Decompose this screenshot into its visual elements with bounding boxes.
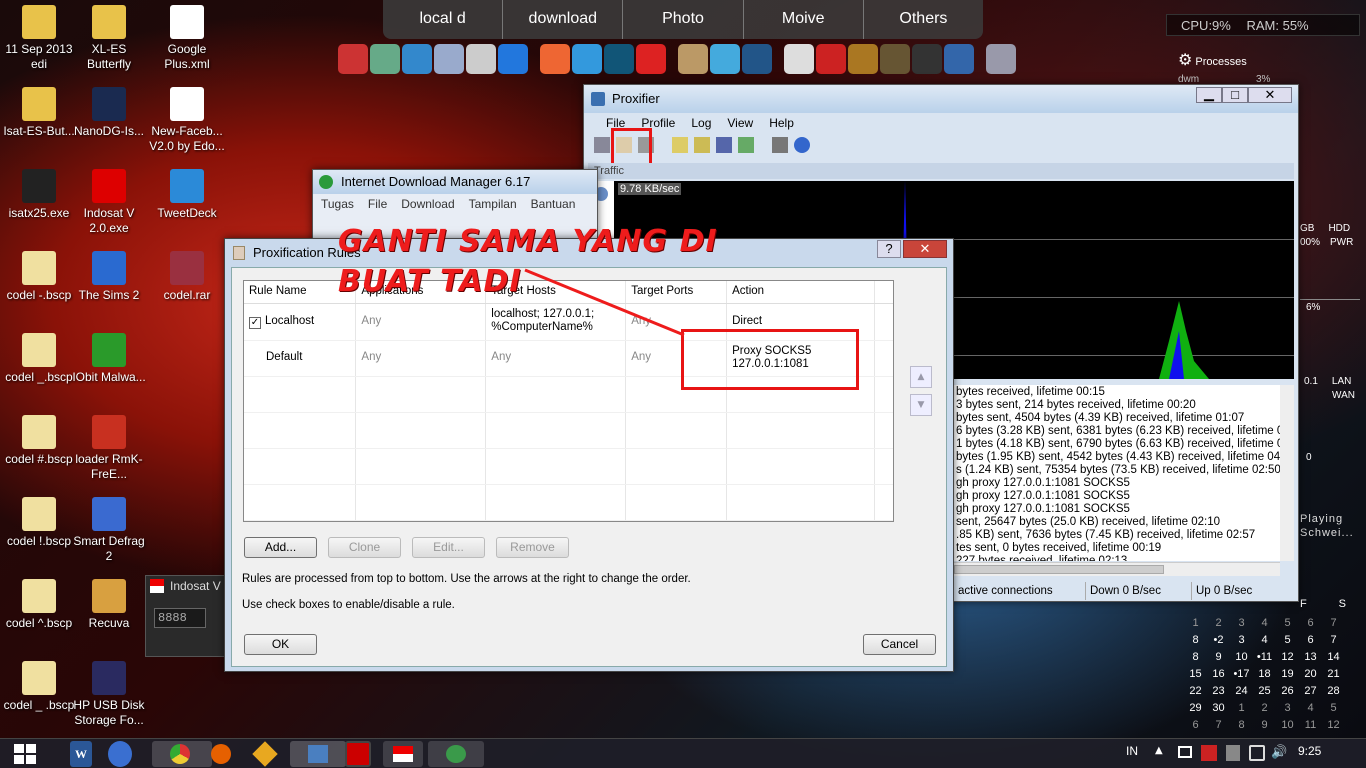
proxifier-icon (308, 745, 328, 763)
app-icon (252, 741, 278, 767)
clock[interactable]: 9:25 (1298, 744, 1321, 758)
indosat-taskbar-button[interactable] (345, 741, 371, 767)
annotation-arrow (524, 268, 685, 337)
language-indicator[interactable]: IN (1126, 744, 1138, 758)
annotation-text: GANTI SAMA YANG DI BUAT TADI (338, 222, 718, 302)
ie-taskbar-icon[interactable] (108, 741, 132, 767)
indosat-flag-taskbar-button[interactable] (383, 741, 423, 767)
action-center-icon[interactable] (1178, 746, 1192, 758)
chrome-taskbar-button[interactable] (152, 741, 212, 767)
chrome-icon (170, 744, 190, 764)
idm-taskbar-button[interactable] (428, 741, 484, 767)
tray-expand-icon[interactable]: ▲ (1155, 745, 1163, 756)
firefox-icon (211, 744, 231, 764)
indonesia-flag-icon (393, 746, 413, 762)
windows-start-icon[interactable] (14, 744, 36, 764)
network-icon[interactable] (1249, 745, 1265, 761)
volume-icon[interactable]: 🔊 (1271, 745, 1287, 760)
taskbar: W IN ▲ 🔊 9:25 (0, 738, 1366, 768)
word-taskbar-icon[interactable]: W (70, 741, 92, 767)
annotation-line-1: GANTI SAMA YANG DI (338, 224, 718, 259)
tray-app-icon[interactable] (1226, 745, 1240, 761)
tray-app-icon[interactable] (1201, 745, 1217, 761)
idm-icon (446, 745, 466, 763)
firefox-taskbar-button[interactable] (205, 741, 235, 767)
proxifier-taskbar-button[interactable] (290, 741, 346, 767)
annotation-line-2: BUAT TADI (338, 264, 522, 299)
app-taskbar-button[interactable] (250, 741, 280, 767)
